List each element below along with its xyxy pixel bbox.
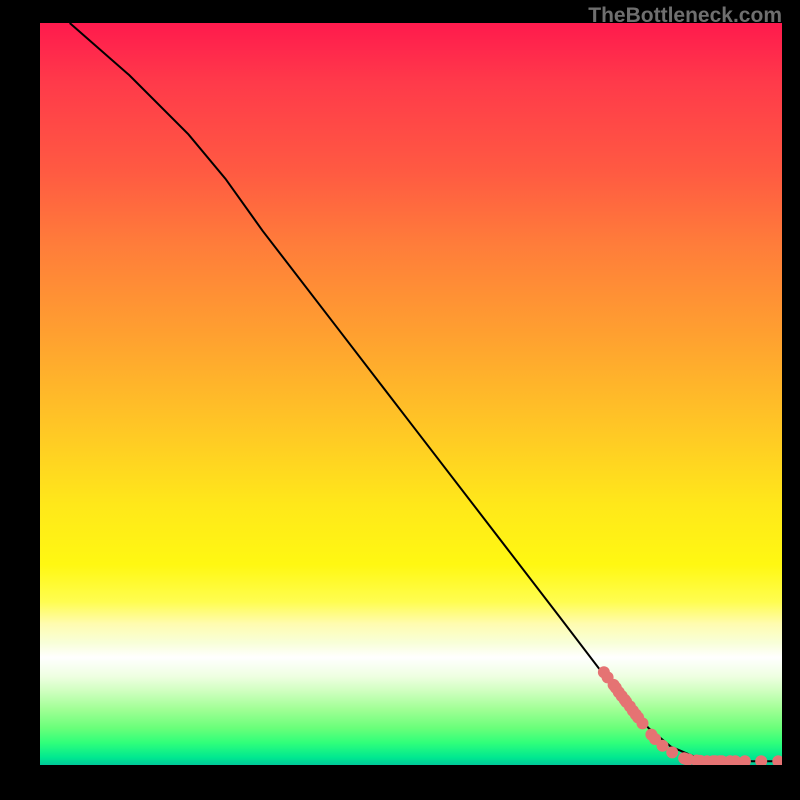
scatter-points (598, 666, 782, 765)
chart-container: TheBottleneck.com (0, 0, 800, 800)
chart-overlay (40, 23, 782, 765)
curve-line (70, 23, 782, 761)
plot-area (40, 23, 782, 765)
